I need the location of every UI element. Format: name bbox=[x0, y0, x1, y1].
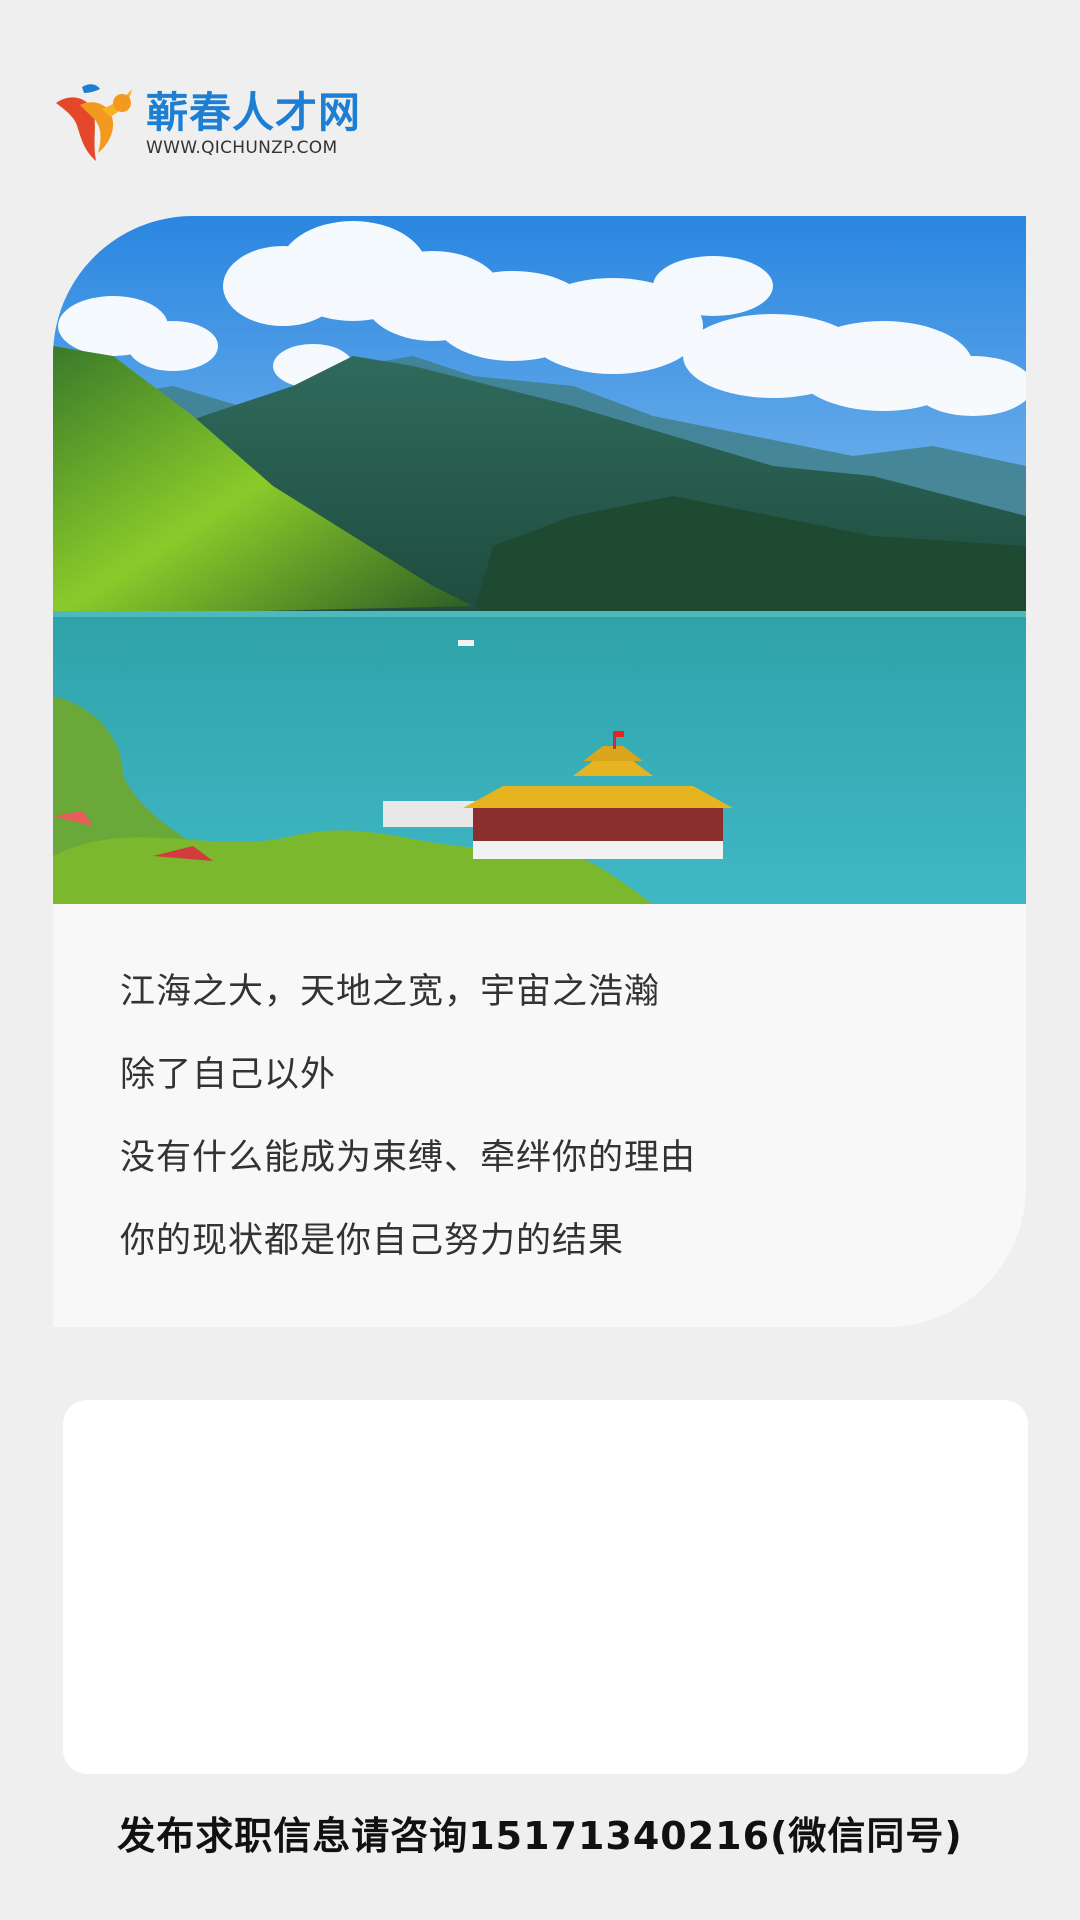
person-figure-logo-icon bbox=[56, 84, 132, 161]
site-logo[interactable]: 蕲春人才网 WWW.QICHUNZP.COM bbox=[52, 78, 382, 170]
blank-content-panel bbox=[63, 1400, 1028, 1774]
quote-line: 没有什么能成为束缚、牵绊你的理由 bbox=[120, 1138, 697, 1178]
quote-text: 江海之大，天地之宽，宇宙之浩瀚 除了自己以外 没有什么能成为束缚、牵绊你的理由 … bbox=[120, 951, 980, 1283]
site-url: WWW.QICHUNZP.COM bbox=[146, 138, 338, 158]
inspiration-card: 江海之大，天地之宽，宇宙之浩瀚 除了自己以外 没有什么能成为束缚、牵绊你的理由 … bbox=[53, 216, 1026, 1327]
quote-line: 你的现状都是你自己努力的结果 bbox=[120, 1221, 625, 1261]
quote-line: 江海之大，天地之宽，宇宙之浩瀚 bbox=[120, 972, 661, 1012]
contact-footer: 发布求职信息请咨询15171340216(微信同号) bbox=[117, 1814, 963, 1858]
site-name: 蕲春人才网 bbox=[146, 88, 362, 137]
lake-scenery-image bbox=[53, 216, 1026, 904]
quote-line: 除了自己以外 bbox=[120, 1055, 337, 1095]
